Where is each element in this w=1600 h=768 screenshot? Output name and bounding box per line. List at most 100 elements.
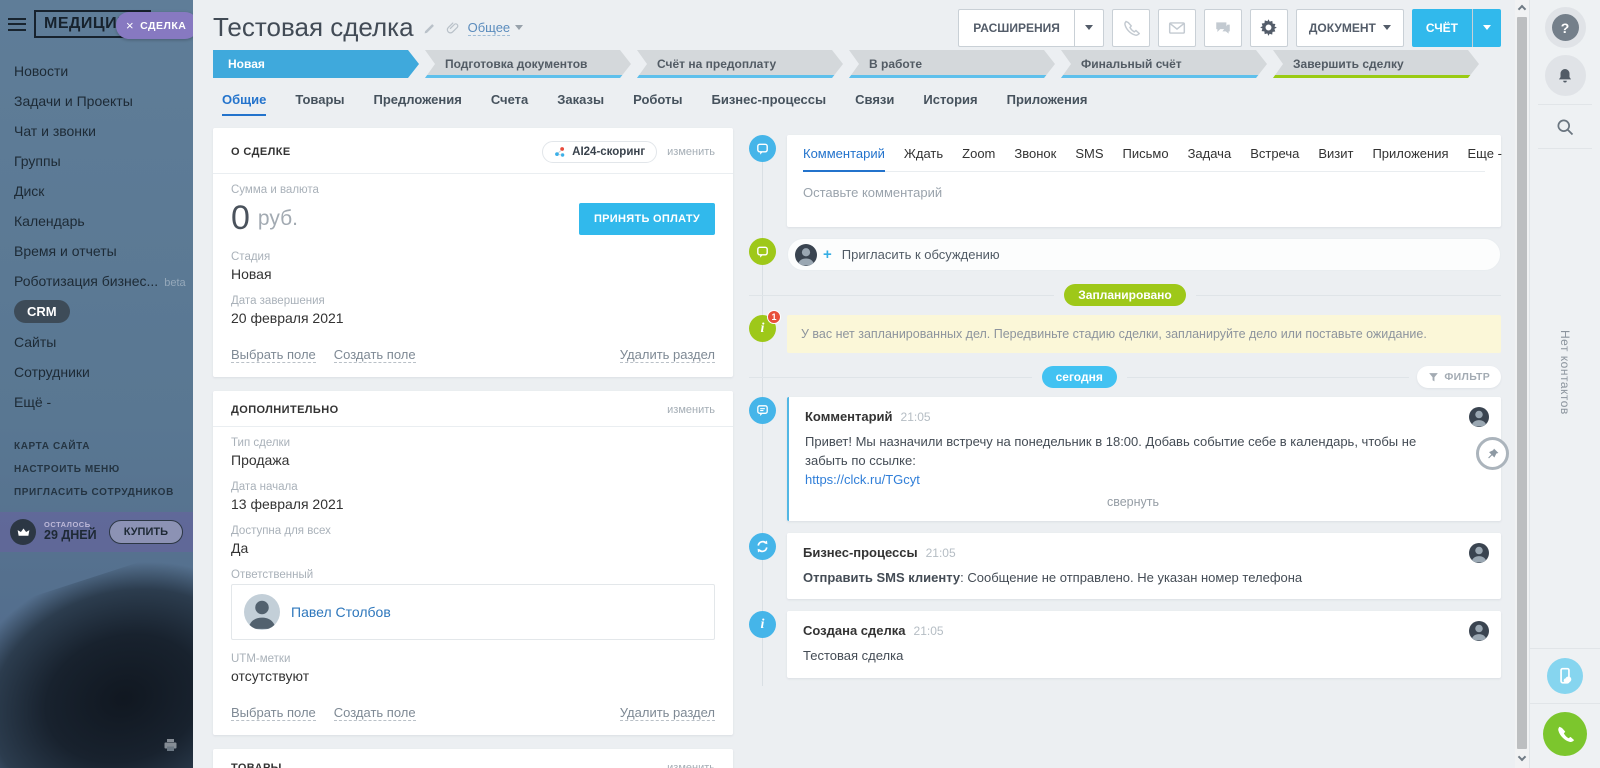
collapse-link[interactable]: свернуть: [805, 495, 1461, 509]
avatar[interactable]: [1469, 407, 1489, 427]
start-date-value[interactable]: 13 февраля 2021: [231, 496, 715, 512]
close-icon[interactable]: ×: [126, 18, 134, 33]
avatar[interactable]: [244, 594, 280, 630]
filter-button[interactable]: ФИЛЬТР: [1417, 366, 1501, 388]
deal-amount-value[interactable]: 0: [231, 199, 250, 238]
ai-scoring-badge[interactable]: AI24-скоринг: [542, 141, 657, 163]
available-for-all-value[interactable]: Да: [231, 540, 715, 556]
select-field-link[interactable]: Выбрать поле: [231, 705, 316, 721]
extensions-button[interactable]: РАСШИРЕНИЯ: [958, 9, 1104, 47]
responsible-user-link[interactable]: Павел Столбов: [291, 604, 391, 620]
edit-title-pencil-icon[interactable]: [423, 21, 437, 35]
tab-history[interactable]: История: [923, 92, 977, 114]
configure-menu-link[interactable]: НАСТРОИТЬ МЕНЮ: [0, 458, 193, 481]
composer-tab-visit[interactable]: Визит: [1318, 146, 1353, 170]
comment-input[interactable]: Оставьте комментарий: [803, 172, 1485, 227]
composer-tab-task[interactable]: Задача: [1188, 146, 1232, 170]
delete-section-link[interactable]: Удалить раздел: [620, 705, 715, 721]
settings-gear-button[interactable]: [1250, 9, 1288, 47]
sidebar-item-disk[interactable]: Диск: [0, 176, 193, 206]
notifications-bell-button[interactable]: [1552, 62, 1579, 89]
mobile-app-button[interactable]: [1547, 658, 1583, 694]
stage-final-invoice[interactable]: Финальный счёт: [1061, 50, 1267, 78]
phone-call-button[interactable]: [1543, 712, 1587, 756]
edit-section-link[interactable]: изменить: [667, 146, 715, 158]
sidebar-item-calendar[interactable]: Календарь: [0, 206, 193, 236]
sidebar-item-groups[interactable]: Группы: [0, 146, 193, 176]
tab-invoices[interactable]: Счета: [491, 92, 528, 114]
chevron-down-icon[interactable]: [515, 25, 523, 30]
scroll-up-arrow[interactable]: [1518, 5, 1526, 13]
invite-employees-link[interactable]: ПРИГЛАСИТЬ СОТРУДНИКОВ: [0, 481, 193, 504]
pin-icon[interactable]: [1476, 437, 1509, 470]
buy-button[interactable]: КУПИТЬ: [109, 520, 183, 544]
edit-section-link[interactable]: изменить: [667, 404, 715, 416]
close-date-value[interactable]: 20 февраля 2021: [231, 310, 715, 326]
composer-tab-sms[interactable]: SMS: [1075, 146, 1103, 170]
composer-tab-apps[interactable]: Приложения: [1372, 146, 1448, 170]
tab-relations[interactable]: Связи: [855, 92, 894, 114]
vertical-scrollbar[interactable]: [1515, 0, 1529, 768]
search-button[interactable]: [1552, 113, 1579, 140]
composer-tab-zoom[interactable]: Zoom: [962, 146, 995, 170]
sidebar-item-crm[interactable]: CRM: [0, 296, 193, 327]
avatar[interactable]: [1469, 543, 1489, 563]
tab-orders[interactable]: Заказы: [557, 92, 604, 114]
printer-icon[interactable]: [162, 737, 179, 758]
document-button[interactable]: ДОКУМЕНТ: [1296, 9, 1404, 47]
sidebar-item-rpa[interactable]: Роботизация бизнес...beta: [0, 266, 193, 296]
sidebar-item-chat[interactable]: Чат и звонки: [0, 116, 193, 146]
attach-paperclip-icon[interactable]: [446, 21, 460, 35]
tab-apps[interactable]: Приложения: [1007, 92, 1088, 114]
sidebar-item-more[interactable]: Ещё -: [0, 387, 193, 417]
scrollbar-thumb[interactable]: [1517, 17, 1527, 749]
sidebar-item-time-reports[interactable]: Время и отчеты: [0, 236, 193, 266]
composer-tab-meeting[interactable]: Встреча: [1250, 146, 1299, 170]
composer-tab-wait[interactable]: Ждать: [904, 146, 943, 170]
tab-products[interactable]: Товары: [295, 92, 344, 114]
scroll-down-arrow[interactable]: [1518, 753, 1526, 761]
edit-section-link[interactable]: изменить: [667, 762, 715, 768]
tab-quotes[interactable]: Предложения: [374, 92, 462, 114]
hamburger-menu-icon[interactable]: [8, 18, 26, 31]
create-field-link[interactable]: Создать поле: [334, 705, 416, 721]
deal-category-dropdown[interactable]: Общее: [468, 20, 511, 36]
sidebar-item-news[interactable]: Новости: [0, 56, 193, 86]
tab-robots[interactable]: Роботы: [633, 92, 682, 114]
sidebar-item-employees[interactable]: Сотрудники: [0, 357, 193, 387]
add-user-plus-icon[interactable]: +: [823, 246, 832, 263]
composer-tab-more[interactable]: Еще -: [1468, 146, 1502, 170]
delete-section-link[interactable]: Удалить раздел: [620, 347, 715, 363]
tab-general[interactable]: Общие: [222, 92, 266, 116]
create-field-link[interactable]: Создать поле: [334, 347, 416, 363]
invoice-button[interactable]: СЧЁТ: [1412, 9, 1501, 47]
composer-tab-call[interactable]: Звонок: [1014, 146, 1056, 170]
deal-type-value[interactable]: Продажа: [231, 452, 715, 468]
help-button[interactable]: ?: [1552, 14, 1579, 41]
accept-payment-button[interactable]: ПРИНЯТЬ ОПЛАТУ: [579, 203, 715, 235]
stage-prepayment-invoice[interactable]: Счёт на предоплату: [637, 50, 843, 78]
sidebar-item-tasks[interactable]: Задачи и Проекты: [0, 86, 193, 116]
no-contacts-label[interactable]: Нет контактов: [1558, 330, 1572, 415]
avatar[interactable]: [1469, 621, 1489, 641]
sidebar-item-sites[interactable]: Сайты: [0, 327, 193, 357]
stage-new[interactable]: Новая: [213, 50, 419, 78]
extensions-dropdown-arrow[interactable]: [1074, 10, 1103, 46]
invite-to-discussion-field[interactable]: + Пригласить к обсуждению: [787, 238, 1501, 271]
email-button[interactable]: [1158, 9, 1196, 47]
stage-close-deal[interactable]: Завершить сделку: [1273, 50, 1479, 78]
invoice-dropdown-arrow[interactable]: [1472, 9, 1501, 47]
chat-button[interactable]: [1204, 9, 1242, 47]
document-dropdown-arrow[interactable]: [1383, 25, 1391, 30]
composer-tab-comment[interactable]: Комментарий: [803, 146, 885, 172]
stage-document-preparation[interactable]: Подготовка документов: [425, 50, 631, 78]
stage-in-progress[interactable]: В работе: [849, 50, 1055, 78]
calendar-link[interactable]: https://clck.ru/TGcyt: [805, 472, 920, 487]
select-field-link[interactable]: Выбрать поле: [231, 347, 316, 363]
stage-value[interactable]: Новая: [231, 266, 715, 282]
sitemap-link[interactable]: КАРТА САЙТА: [0, 435, 193, 458]
deal-entity-chip[interactable]: × СДЕЛКА: [116, 12, 193, 39]
call-button[interactable]: [1112, 9, 1150, 47]
tab-business-processes[interactable]: Бизнес-процессы: [712, 92, 827, 114]
composer-tab-email[interactable]: Письмо: [1123, 146, 1169, 170]
